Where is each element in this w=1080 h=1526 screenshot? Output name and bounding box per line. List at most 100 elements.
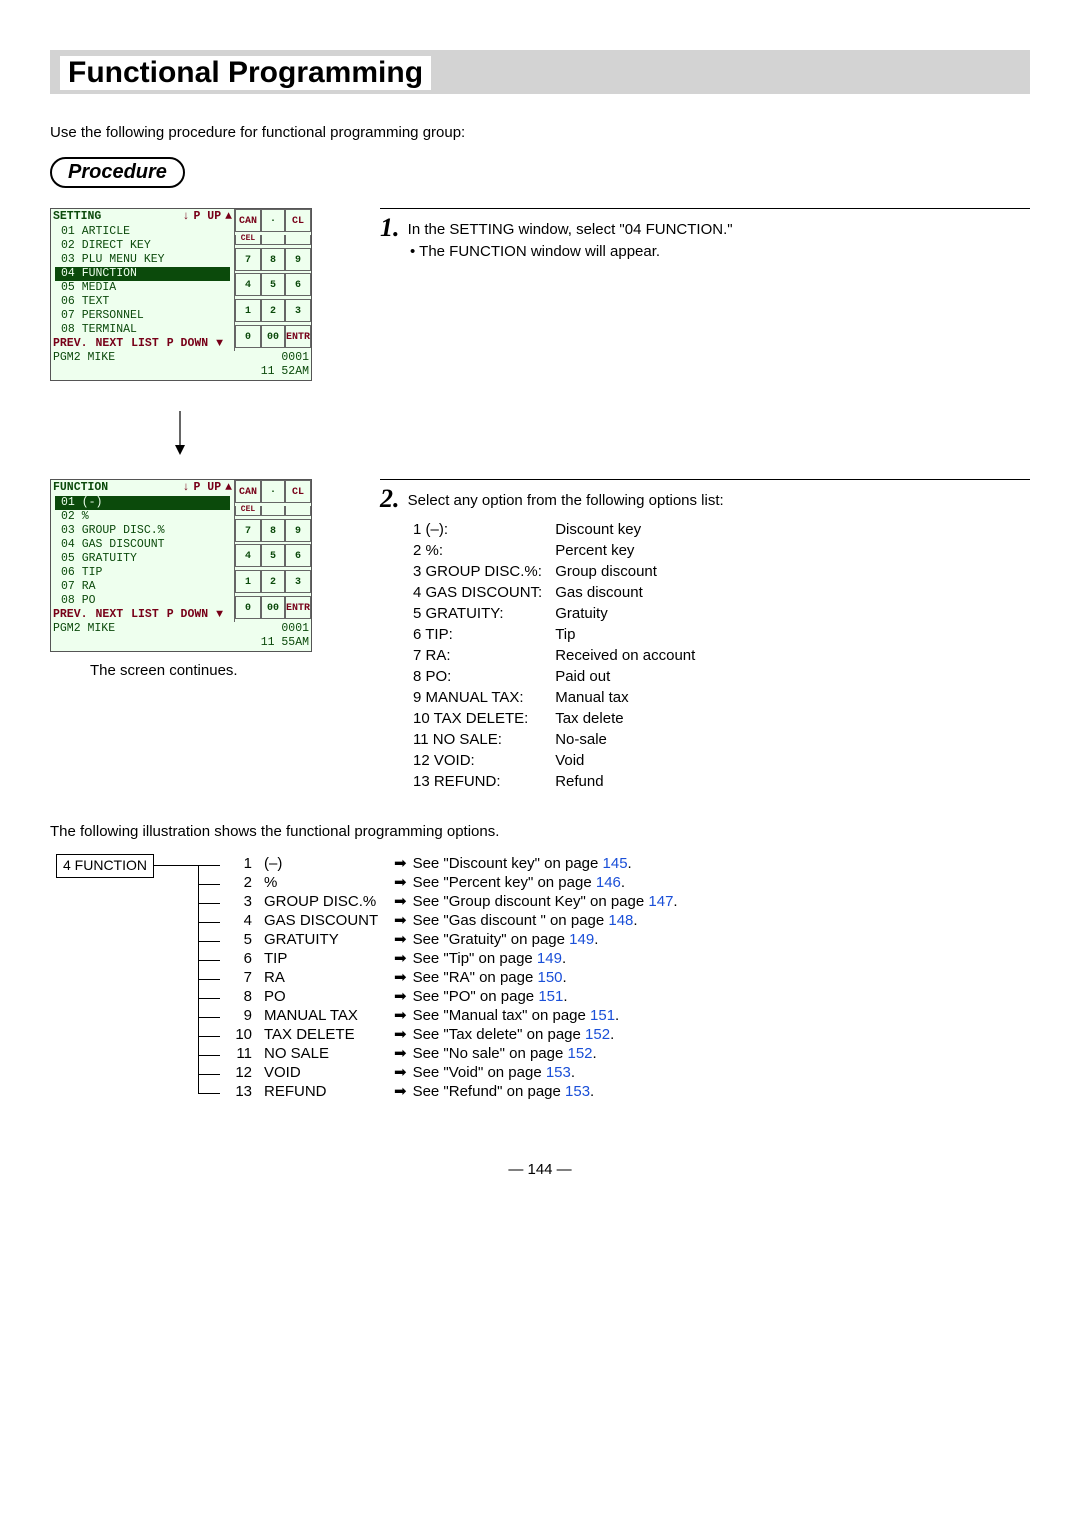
page-ref[interactable]: 148 [608, 912, 633, 929]
keypad-key[interactable]: 2 [261, 299, 285, 322]
tree-root: 4 FUNCTION [56, 854, 154, 878]
screen-menu-item[interactable]: 05 MEDIA [51, 281, 234, 295]
tree-branch-number: 9 [226, 1007, 252, 1024]
keypad-key[interactable]: 3 [285, 299, 311, 322]
option-value: Gas discount [554, 583, 696, 602]
keypad-key[interactable]: 0 [235, 325, 261, 348]
screen-footer-button[interactable]: P DOWN [167, 608, 208, 622]
page-ref[interactable]: 145 [603, 855, 628, 872]
page-ref[interactable]: 152 [585, 1026, 610, 1043]
screen-menu-item[interactable]: 01 (-) [55, 496, 230, 510]
keypad-key[interactable]: CEL [235, 235, 261, 245]
screen-menu-item[interactable]: 02 DIRECT KEY [51, 239, 234, 253]
keypad-key[interactable]: 00 [261, 325, 285, 348]
screen-menu-item[interactable]: 05 GRATUITY [51, 552, 234, 566]
screen-menu-item[interactable]: 03 GROUP DISC.% [51, 524, 234, 538]
tree-branch: 9MANUAL TAX➡See "Manual tax" on page 151… [198, 1006, 678, 1025]
screen-footer-button[interactable]: P DOWN [167, 337, 208, 351]
step-2: 2. Select any option from the following … [380, 484, 1030, 793]
screen-menu-item[interactable]: 06 TEXT [51, 295, 234, 309]
page-number: — 144 — [50, 1161, 1030, 1178]
option-key: 13 REFUND: [412, 772, 552, 791]
screen-footer-button[interactable]: LIST [131, 608, 159, 622]
keypad-key[interactable]: 4 [235, 544, 261, 567]
keypad-key[interactable]: 9 [285, 519, 311, 542]
keypad-key[interactable]: 1 [235, 570, 261, 593]
screen-menu-item[interactable]: 07 PERSONNEL [51, 309, 234, 323]
screen-footer-button[interactable]: ▼ [216, 337, 223, 351]
keypad-key[interactable]: 2 [261, 570, 285, 593]
option-key: 11 NO SALE: [412, 730, 552, 749]
nav-up-icon[interactable]: ▲ [225, 210, 232, 223]
screen-menu-item[interactable]: 07 RA [51, 580, 234, 594]
nav-down-icon[interactable]: ↓ [183, 481, 190, 494]
screen-footer-button[interactable]: PREV. [53, 608, 88, 622]
options-table: 1 (–):Discount key2 %:Percent key3 GROUP… [410, 518, 698, 793]
nav-page-up[interactable]: P UP [193, 210, 221, 223]
step-2-text: Select any option from the following opt… [408, 492, 724, 509]
page-ref[interactable]: 147 [648, 893, 673, 910]
keypad-key[interactable]: 00 [261, 596, 285, 619]
keypad-key[interactable]: 8 [261, 519, 285, 542]
page-ref[interactable]: 153 [565, 1083, 590, 1100]
keypad-key[interactable]: 0 [235, 596, 261, 619]
page-ref[interactable]: 151 [590, 1007, 615, 1024]
nav-up-icon[interactable]: ▲ [225, 481, 232, 494]
nav-down-icon[interactable]: ↓ [183, 210, 190, 223]
screen-footer-button[interactable]: ▼ [216, 608, 223, 622]
keypad-key[interactable]: CAN [235, 480, 261, 503]
step-1-bullet: The FUNCTION window will appear. [419, 243, 660, 260]
keypad-key[interactable]: ENTR [285, 596, 311, 619]
keypad-key[interactable]: · [261, 480, 285, 503]
screen-footer-button[interactable]: NEXT [96, 337, 124, 351]
page-ref[interactable]: 153 [546, 1064, 571, 1081]
keypad-key[interactable]: 5 [261, 544, 285, 567]
screen-menu-item[interactable]: 02 % [51, 510, 234, 524]
page-ref[interactable]: 150 [537, 969, 562, 986]
page-ref[interactable]: 149 [569, 931, 594, 948]
keypad-key[interactable]: 6 [285, 273, 311, 296]
keypad-key[interactable]: CL [285, 209, 311, 232]
tree-intro: The following illustration shows the fun… [50, 823, 1030, 840]
keypad-key[interactable]: CL [285, 480, 311, 503]
option-key: 7 RA: [412, 646, 552, 665]
nav-page-up[interactable]: P UP [193, 481, 221, 494]
keypad-key[interactable]: 6 [285, 544, 311, 567]
screen-footer-button[interactable]: PREV. [53, 337, 88, 351]
keypad-key[interactable]: 7 [235, 519, 261, 542]
keypad-key[interactable]: 5 [261, 273, 285, 296]
keypad-key[interactable]: 3 [285, 570, 311, 593]
option-row: 2 %:Percent key [412, 541, 696, 560]
right-arrow-icon: ➡ [394, 930, 407, 948]
page-ref[interactable]: 152 [568, 1045, 593, 1062]
screen-menu-item[interactable]: 03 PLU MENU KEY [51, 253, 234, 267]
keypad-key[interactable]: ENTR [285, 325, 311, 348]
screen-menu-item[interactable]: 06 TIP [51, 566, 234, 580]
tree-branch-name: TAX DELETE [264, 1026, 394, 1043]
keypad-key[interactable]: CAN [235, 209, 261, 232]
function-screen: FUNCTION↓P UP▲01 (-)02 %03 GROUP DISC.%0… [50, 479, 360, 652]
page-ref[interactable]: 149 [537, 950, 562, 967]
screen-menu-item[interactable]: 08 PO [51, 594, 234, 608]
option-key: 9 MANUAL TAX: [412, 688, 552, 707]
screen-footer-button[interactable]: NEXT [96, 608, 124, 622]
keypad-key[interactable]: 7 [235, 248, 261, 271]
page-ref[interactable]: 146 [596, 874, 621, 891]
option-row: 13 REFUND:Refund [412, 772, 696, 791]
screen-menu-item[interactable]: 08 TERMINAL [51, 323, 234, 337]
option-key: 8 PO: [412, 667, 552, 686]
keypad-key[interactable]: 4 [235, 273, 261, 296]
keypad-key[interactable]: 9 [285, 248, 311, 271]
screen-footer-button[interactable]: LIST [131, 337, 159, 351]
keypad-key[interactable]: CEL [235, 506, 261, 516]
keypad-key [285, 235, 311, 245]
keypad-key[interactable]: · [261, 209, 285, 232]
keypad-key[interactable]: 1 [235, 299, 261, 322]
tree-branch-line [198, 1036, 220, 1037]
screen-menu-item[interactable]: 01 ARTICLE [51, 225, 234, 239]
tree-branch-see: See "Manual tax" on page 151. [413, 1007, 620, 1024]
page-ref[interactable]: 151 [538, 988, 563, 1005]
keypad-key[interactable]: 8 [261, 248, 285, 271]
screen-menu-item[interactable]: 04 GAS DISCOUNT [51, 538, 234, 552]
screen-menu-item[interactable]: 04 FUNCTION [55, 267, 230, 281]
